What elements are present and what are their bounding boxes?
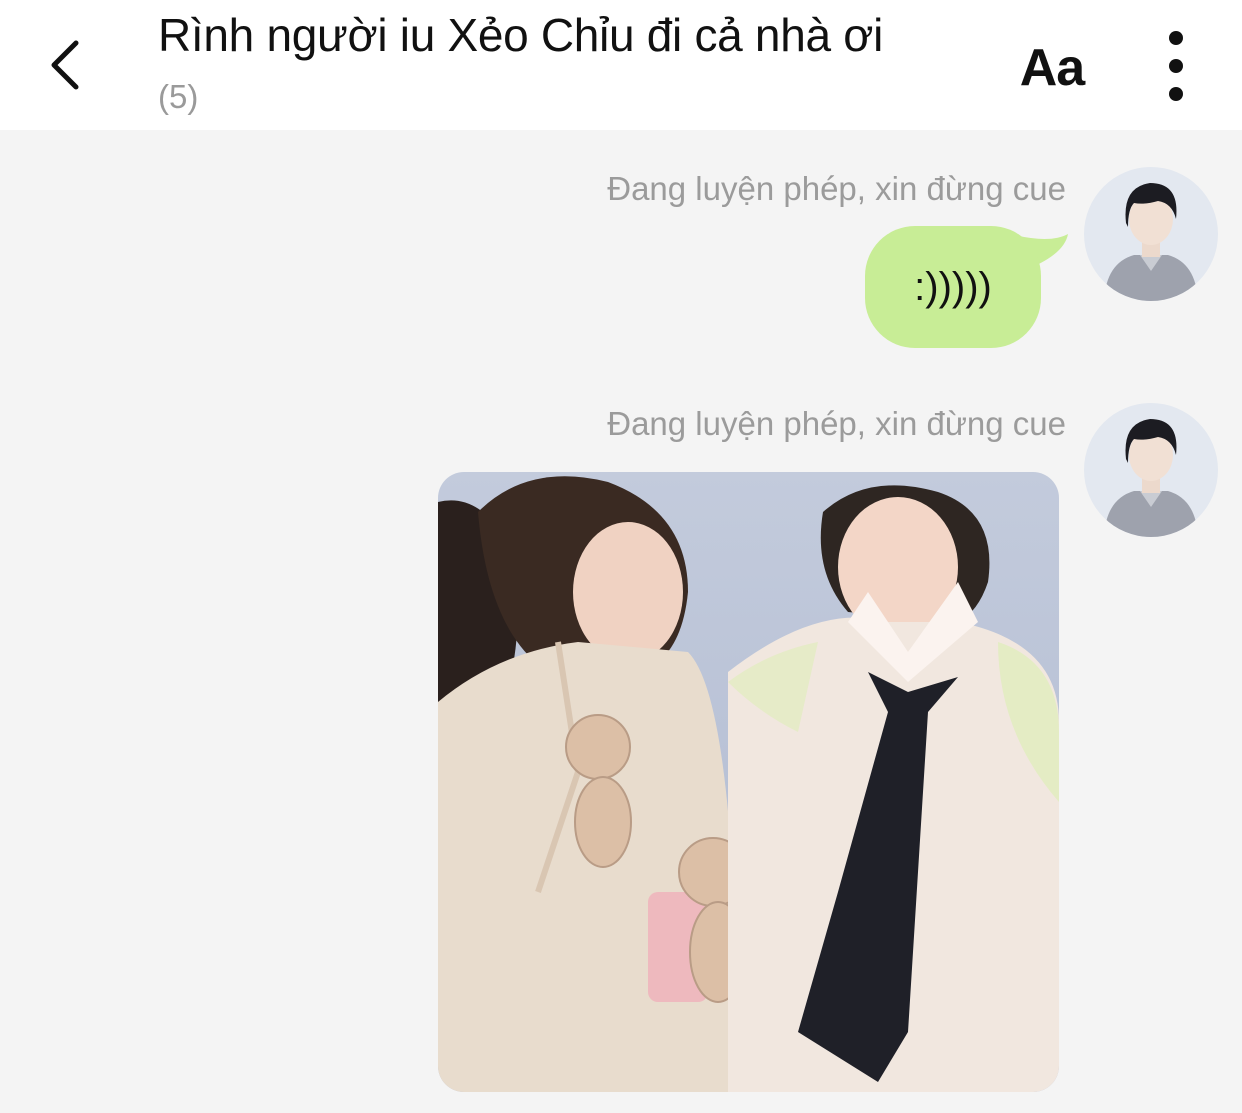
message-sender-name: Đang luyện phép, xin đừng cue [607,405,1066,442]
font-size-button[interactable]: Aa [1012,36,1092,100]
chat-header: Rình người iu Xẻo Chỉu đi cả nhà ơi (5) … [0,0,1242,130]
chat-title[interactable]: Rình người iu Xẻo Chỉu đi cả nhà ơi [158,8,883,62]
chevron-left-icon [51,40,79,90]
message-sender-name: Đang luyện phép, xin đừng cue [607,170,1066,207]
member-count: (5) [158,78,199,115]
message-text: :))))) [914,264,992,309]
sender-avatar[interactable] [1084,403,1218,537]
message-photo[interactable] [438,472,1059,1092]
sender-avatar[interactable] [1084,167,1218,301]
chat-screen: Rình người iu Xẻo Chỉu đi cả nhà ơi (5) … [0,0,1242,1113]
message-bubble[interactable]: :))))) [865,226,1041,348]
more-options-button[interactable] [1150,28,1202,104]
back-button[interactable] [34,30,98,100]
